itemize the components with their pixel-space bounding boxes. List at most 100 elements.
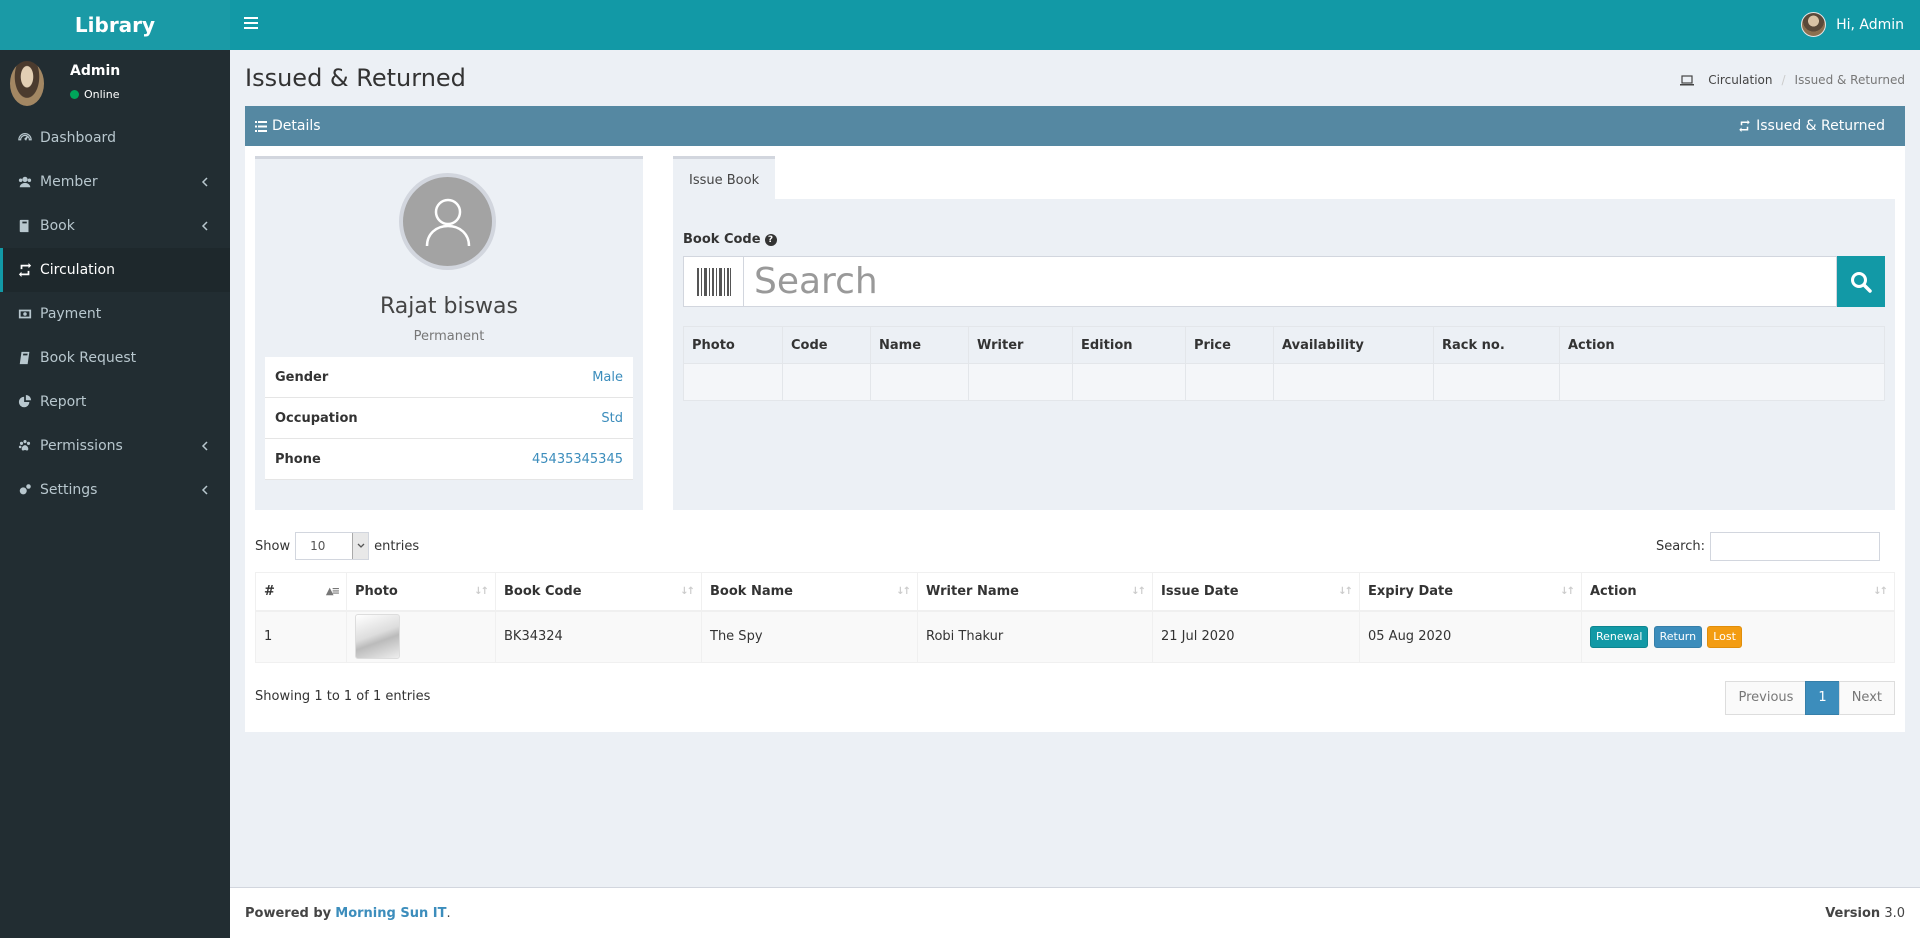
- sidebar-item-payment[interactable]: Payment: [0, 292, 230, 336]
- sidebar-item-book[interactable]: Book: [0, 204, 230, 248]
- column-header: Edition: [1072, 326, 1186, 364]
- column-header-issue-date[interactable]: Issue Date ↓↑: [1152, 572, 1360, 612]
- empty-row: [683, 363, 1885, 401]
- chevron-left-icon: [200, 439, 210, 453]
- column-header-book-code[interactable]: Book Code ↓↑: [495, 572, 702, 612]
- sidebar-item-book-request[interactable]: Book Request: [0, 336, 230, 380]
- user-panel: Admin Online: [0, 50, 230, 116]
- table-info: Showing 1 to 1 of 1 entries: [255, 689, 431, 704]
- column-header: Code: [782, 326, 871, 364]
- page-length-control: Show 10 entries: [255, 532, 419, 560]
- table-search: Search:: [1656, 532, 1880, 561]
- row-number: 1: [255, 610, 347, 663]
- member-occupation-row: Occupation Std: [265, 398, 633, 439]
- menu-toggle-icon[interactable]: [244, 17, 258, 31]
- column-header-writer-name[interactable]: Writer Name ↓↑: [917, 572, 1153, 612]
- user-greeting: Hi, Admin: [1836, 16, 1904, 33]
- previous-page-button[interactable]: Previous: [1725, 681, 1807, 715]
- breadcrumb-circulation[interactable]: Circulation: [1708, 73, 1772, 87]
- sort-asc-icon: ▲≡: [325, 586, 340, 597]
- page-length-select[interactable]: 10: [295, 532, 370, 560]
- box-title: Details: [272, 118, 321, 134]
- book-search-results-table: Photo Code Name Writer Edition Price Ava…: [683, 326, 1885, 401]
- user-avatar: [1801, 12, 1827, 37]
- sort-icon: ↓↑: [1338, 586, 1353, 597]
- column-header: Action: [1559, 326, 1885, 364]
- box-header: Details Issued & Returned: [245, 106, 1905, 146]
- money-icon: [18, 307, 32, 321]
- row-actions: Renewal Return Lost: [1581, 610, 1895, 663]
- issued-books-table: # ▲≡ Photo ↓↑ Book Code ↓↑ Book Name ↓↑ Writ…: [255, 572, 1895, 663]
- app-logo[interactable]: Library: [0, 0, 230, 50]
- company-link[interactable]: Morning Sun IT: [335, 906, 446, 921]
- footer-credit: Powered by Morning Sun IT.: [245, 905, 451, 921]
- column-header-expiry-date[interactable]: Expiry Date ↓↑: [1359, 572, 1582, 612]
- search-button[interactable]: [1837, 256, 1885, 307]
- column-header: Availability: [1273, 326, 1434, 364]
- sidebar-avatar: [10, 61, 44, 106]
- member-type: Permanent: [413, 329, 485, 344]
- sort-icon: ↓↑: [474, 586, 489, 597]
- page-1-button[interactable]: 1: [1805, 681, 1840, 715]
- column-header: Writer: [968, 326, 1073, 364]
- list-icon: [255, 120, 267, 132]
- member-name: Rajat biswas: [380, 294, 518, 319]
- sort-icon: ↓↑: [1560, 586, 1575, 597]
- exchange-icon: [1739, 120, 1750, 132]
- top-navbar: Hi, Admin: [230, 0, 1920, 50]
- book-code-input[interactable]: [744, 256, 1837, 307]
- issue-book-panel: Issue Book Book Code ? Photo Code Name: [673, 156, 1895, 510]
- online-status: Online: [70, 88, 119, 101]
- book-thumbnail[interactable]: [355, 614, 400, 660]
- writer-name: Robi Thakur: [917, 610, 1153, 663]
- column-header: Rack no.: [1433, 326, 1560, 364]
- cogs-icon: [18, 483, 32, 497]
- column-header: Name: [870, 326, 969, 364]
- tab-issue-book[interactable]: Issue Book: [673, 156, 776, 199]
- book-photo: [346, 610, 496, 663]
- chevron-left-icon: [200, 483, 210, 497]
- renewal-button[interactable]: Renewal: [1590, 625, 1649, 648]
- book-code-search: [683, 256, 1885, 307]
- sidebar-item-permissions[interactable]: Permissions: [0, 424, 230, 468]
- member-gender-row: Gender Male: [265, 357, 633, 398]
- column-header-number[interactable]: # ▲≡: [255, 572, 347, 612]
- sidebar-item-member[interactable]: Member: [0, 160, 230, 204]
- book-request-icon: [18, 351, 32, 365]
- member-details-list: Gender Male Occupation Std Phone 4543534534…: [265, 357, 633, 480]
- sidebar-item-circulation[interactable]: Circulation: [0, 248, 230, 292]
- lost-button[interactable]: Lost: [1707, 625, 1742, 648]
- question-circle-icon[interactable]: ?: [764, 233, 777, 246]
- sort-icon: ↓↑: [896, 586, 911, 597]
- barcode-icon: [683, 256, 744, 307]
- table-header-row: # ▲≡ Photo ↓↑ Book Code ↓↑ Book Name ↓↑ Writ…: [255, 572, 1895, 612]
- chevron-left-icon: [200, 175, 210, 189]
- next-page-button[interactable]: Next: [1838, 681, 1895, 715]
- breadcrumb-separator: /: [1781, 73, 1786, 87]
- laptop-icon[interactable]: [1680, 74, 1695, 86]
- chevron-down-icon: [352, 533, 369, 559]
- book-icon: [18, 219, 32, 233]
- sort-icon: ↓↑: [680, 586, 695, 597]
- page-title: Issued & Returned: [245, 64, 466, 92]
- tab-nav: Issue Book: [673, 156, 1895, 199]
- column-header-photo[interactable]: Photo ↓↑: [346, 572, 496, 612]
- return-button[interactable]: Return: [1653, 625, 1703, 648]
- user-menu[interactable]: Hi, Admin: [1801, 12, 1904, 37]
- issued-returned-link[interactable]: Issued & Returned: [1738, 118, 1885, 134]
- sidebar-menu: Dashboard Member Book Circulation Paymen…: [0, 116, 230, 512]
- pagination: Previous 1 Next: [1725, 681, 1895, 715]
- sidebar-item-dashboard[interactable]: Dashboard: [0, 116, 230, 160]
- sidebar-item-settings[interactable]: Settings: [0, 468, 230, 512]
- table-header-row: Photo Code Name Writer Edition Price Ava…: [683, 326, 1885, 364]
- member-phone-row: Phone 45435345345: [265, 439, 633, 480]
- column-header-book-name[interactable]: Book Name ↓↑: [701, 572, 918, 612]
- table-search-input[interactable]: [1710, 532, 1880, 561]
- footer-version: Version 3.0: [1825, 905, 1905, 921]
- column-header-action[interactable]: Action ↓↑: [1581, 572, 1895, 612]
- pie-chart-icon: [18, 395, 32, 409]
- column-header: Price: [1185, 326, 1274, 364]
- issue-date: 21 Jul 2020: [1152, 610, 1360, 663]
- search-icon: [1851, 271, 1872, 293]
- sidebar-item-report[interactable]: Report: [0, 380, 230, 424]
